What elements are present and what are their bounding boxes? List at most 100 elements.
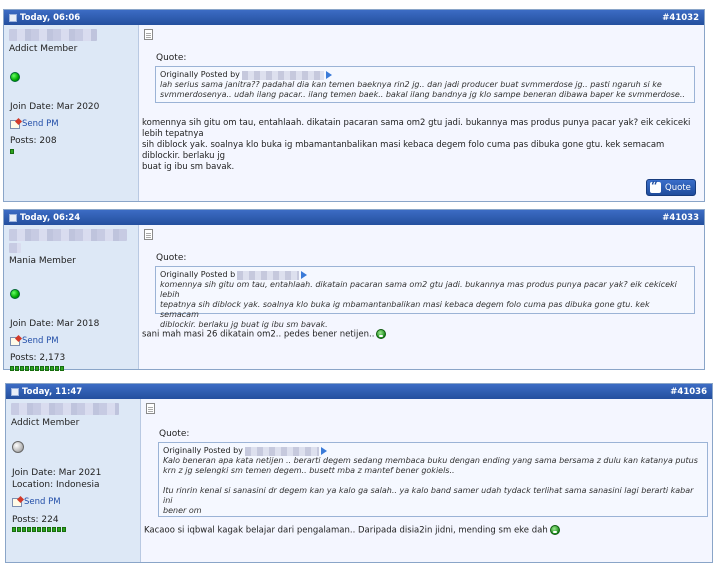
post-icon xyxy=(144,229,153,240)
reputation-bar xyxy=(12,527,66,532)
reputation-dot xyxy=(30,366,34,371)
post-header: Today, 06:24 #41033 xyxy=(4,210,704,225)
user-rank: Addict Member xyxy=(9,44,78,54)
reputation-dot xyxy=(60,366,64,371)
send-pm-link[interactable]: Send PM xyxy=(10,336,59,346)
reputation-dot xyxy=(22,527,26,532)
reputation-dot xyxy=(45,366,49,371)
post-count: Posts: 2,173 xyxy=(10,353,66,363)
post-number-link[interactable]: #41032 xyxy=(662,13,699,23)
quote-author-label: Originally Posted by xyxy=(163,446,243,455)
join-date: Join Date: Mar 2021 xyxy=(12,468,102,478)
quote-label: Quote: xyxy=(159,429,190,439)
post-date: Today, 06:24 xyxy=(20,212,81,223)
reputation-dot xyxy=(27,527,31,532)
quote-text: Kalo beneran apa kata netijen .. berarti… xyxy=(163,456,698,515)
reputation-dot xyxy=(55,366,59,371)
reputation-dot xyxy=(15,366,19,371)
quote-button[interactable]: Quote xyxy=(646,179,696,196)
reputation-dot xyxy=(62,527,66,532)
username-redacted[interactable] xyxy=(11,403,119,415)
online-status-icon xyxy=(10,289,20,299)
quote-author-redacted xyxy=(244,446,319,456)
reputation-dot xyxy=(10,366,14,371)
view-post-arrow-icon[interactable] xyxy=(325,71,332,79)
post-message: Kacaoo si iqbwal kagak belajar dari peng… xyxy=(144,525,704,537)
send-pm-label: Send PM xyxy=(24,497,61,507)
message-area: Quote: Originally Posted by Kalo beneran… xyxy=(141,399,712,562)
view-post-arrow-icon[interactable] xyxy=(301,271,308,279)
quote-text: lah serius sama janitra?? padahal dia ka… xyxy=(160,80,685,99)
post-count: Posts: 224 xyxy=(12,515,59,525)
message-area: Quote: Originally Posted b komennya sih … xyxy=(139,225,704,369)
join-date: Join Date: Mar 2018 xyxy=(10,319,100,329)
post-date: Today, 11:47 xyxy=(22,386,83,397)
quote-button-label: Quote xyxy=(665,182,691,193)
send-pm-link[interactable]: Send PM xyxy=(12,497,61,507)
quote-author-redacted xyxy=(241,70,324,80)
quote-box: Originally Posted by lah serius sama jan… xyxy=(155,66,695,103)
online-status-icon xyxy=(10,72,20,82)
post-document-icon xyxy=(9,213,17,222)
post-icon xyxy=(146,403,155,414)
reputation-dot xyxy=(10,149,14,154)
reputation-dot xyxy=(50,366,54,371)
quote-icon xyxy=(650,179,661,193)
quote-box: Originally Posted by Kalo beneran apa ka… xyxy=(158,442,708,517)
reputation-dot xyxy=(47,527,51,532)
reputation-dot xyxy=(25,366,29,371)
post-date: Today, 06:06 xyxy=(20,12,81,23)
user-info: Addict Member Join Date: Mar 2020 Send P… xyxy=(4,25,139,201)
post-count: Posts: 208 xyxy=(10,136,57,146)
reputation-dot xyxy=(42,527,46,532)
username-redacted[interactable] xyxy=(9,29,97,41)
reputation-dot xyxy=(20,366,24,371)
send-pm-link[interactable]: Send PM xyxy=(10,119,59,129)
quote-label: Quote: xyxy=(156,253,187,263)
post-number-link[interactable]: #41036 xyxy=(670,387,707,397)
message-area: Quote: Originally Posted by lah serius s… xyxy=(139,25,704,201)
send-pm-label: Send PM xyxy=(22,119,59,129)
quote-text: komennya sih gitu om tau, entahlaah. dik… xyxy=(160,280,677,329)
send-pm-label: Send PM xyxy=(22,336,59,346)
quote-box: Originally Posted b komennya sih gitu om… xyxy=(155,266,695,329)
join-date: Join Date: Mar 2020 xyxy=(10,102,100,112)
quote-author-label: Originally Posted b xyxy=(160,270,236,279)
reputation-bar xyxy=(10,366,64,371)
post-header: Today, 11:47 #41036 xyxy=(6,384,712,399)
post-message: komennya sih gitu om tau, entahlaah. dik… xyxy=(142,118,691,172)
reputation-dot xyxy=(12,527,16,532)
smiley-icon xyxy=(376,329,387,339)
post-message: sani mah masi 26 dikatain om2.. pedes be… xyxy=(142,329,702,341)
user-rank: Addict Member xyxy=(11,418,80,428)
post-41033: Today, 06:24 #41033 Mania Member Join Da… xyxy=(3,209,705,371)
user-rank: Mania Member xyxy=(9,256,76,266)
post-41036: Today, 11:47 #41036 Addict Member Join D… xyxy=(5,383,713,563)
offline-status-icon xyxy=(12,441,24,453)
username-redacted[interactable] xyxy=(9,229,127,241)
user-info: Mania Member Join Date: Mar 2018 Send PM… xyxy=(4,225,139,371)
post-41032: Today, 06:06 #41032 Addict Member Join D… xyxy=(3,9,705,202)
view-post-arrow-icon[interactable] xyxy=(320,447,327,455)
username-redacted-line2 xyxy=(9,243,21,253)
reputation-dot xyxy=(17,527,21,532)
post-header: Today, 06:06 #41032 xyxy=(4,10,704,25)
user-info: Addict Member Join Date: Mar 2021 Locati… xyxy=(6,399,141,562)
reputation-bar xyxy=(10,149,14,154)
send-pm-icon xyxy=(10,119,20,129)
post-icon xyxy=(144,29,153,40)
post-document-icon xyxy=(9,13,17,22)
quote-author-label: Originally Posted by xyxy=(160,70,240,79)
reputation-dot xyxy=(40,366,44,371)
quote-author-redacted xyxy=(237,270,300,280)
send-pm-icon xyxy=(10,336,20,346)
send-pm-icon xyxy=(12,497,22,507)
reputation-dot xyxy=(52,527,56,532)
reputation-dot xyxy=(37,527,41,532)
reputation-dot xyxy=(32,527,36,532)
quote-label: Quote: xyxy=(156,53,187,63)
post-document-icon xyxy=(11,387,19,396)
smiley-icon xyxy=(549,525,560,535)
post-number-link[interactable]: #41033 xyxy=(662,213,699,223)
reputation-dot xyxy=(57,527,61,532)
